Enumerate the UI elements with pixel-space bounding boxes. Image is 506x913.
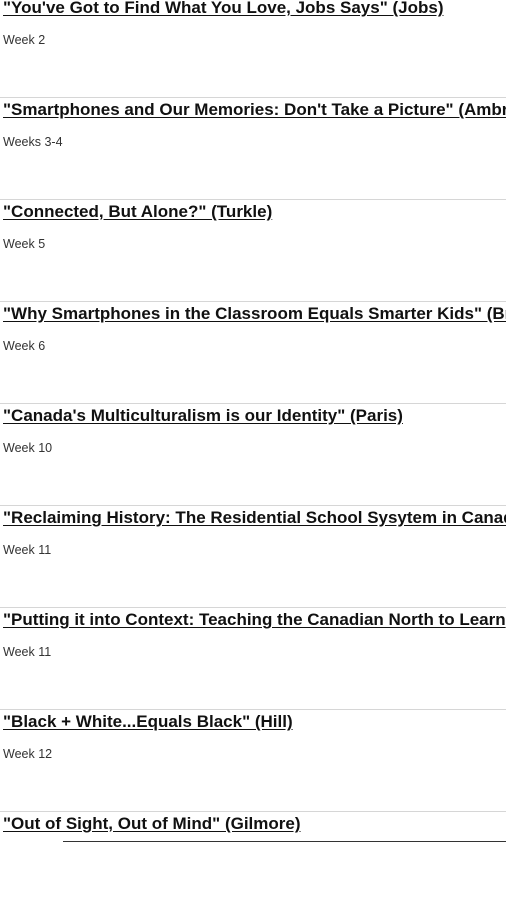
reading-title-link[interactable]: "Canada's Multiculturalism is our Identi… xyxy=(3,406,403,426)
reading-title-link[interactable]: "Out of Sight, Out of Mind" (Gilmore) xyxy=(3,814,301,834)
reading-title-link[interactable]: "Black + White...Equals Black" (Hill) xyxy=(3,712,293,732)
list-item: "Canada's Multiculturalism is our Identi… xyxy=(0,404,506,506)
list-item: "Putting it into Context: Teaching the C… xyxy=(0,608,506,710)
week-label: Week 5 xyxy=(3,237,46,251)
week-label: Week 12 xyxy=(3,747,53,761)
reading-title-link[interactable]: "You've Got to Find What You Love, Jobs … xyxy=(3,0,443,18)
reading-title-link[interactable]: "Reclaiming History: The Residential Sch… xyxy=(3,508,506,528)
list-item: "Connected, But Alone?" (Turkle) Week 5 xyxy=(0,200,506,302)
list-item: "Out of Sight, Out of Mind" (Gilmore) xyxy=(0,812,506,913)
list-item: "Reclaiming History: The Residential Sch… xyxy=(0,506,506,608)
list-item: "Why Smartphones in the Classroom Equals… xyxy=(0,302,506,404)
list-item: "Smartphones and Our Memories: Don't Tak… xyxy=(0,98,506,200)
week-label: Week 11 xyxy=(3,645,52,659)
reading-title-link[interactable]: "Putting it into Context: Teaching the C… xyxy=(3,610,506,630)
readings-list: "You've Got to Find What You Love, Jobs … xyxy=(0,0,506,913)
reading-title-link[interactable]: "Why Smartphones in the Classroom Equals… xyxy=(3,304,506,324)
list-item: "Black + White...Equals Black" (Hill) We… xyxy=(0,710,506,812)
week-label: Week 10 xyxy=(3,441,53,455)
week-label: Weeks 3-4 xyxy=(3,135,63,149)
reading-title-link[interactable]: "Smartphones and Our Memories: Don't Tak… xyxy=(3,100,506,120)
week-label: Week 11 xyxy=(3,543,52,557)
week-label: Week 6 xyxy=(3,339,46,353)
reading-title-link[interactable]: "Connected, But Alone?" (Turkle) xyxy=(3,202,272,222)
week-label: Week 2 xyxy=(3,33,46,47)
list-item: "You've Got to Find What You Love, Jobs … xyxy=(0,0,506,98)
